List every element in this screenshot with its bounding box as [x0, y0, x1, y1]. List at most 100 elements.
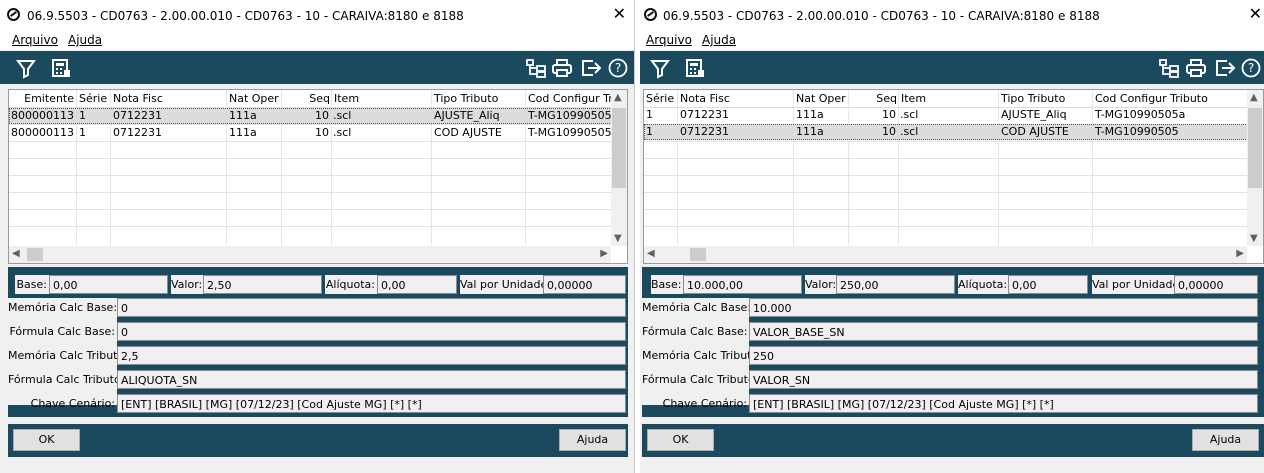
column-header[interactable]: Seq	[849, 91, 899, 107]
scroll-thumb[interactable]	[1248, 108, 1262, 188]
tree-icon[interactable]	[1158, 57, 1180, 79]
exit-icon[interactable]	[580, 57, 602, 79]
scroll-right-icon[interactable]: ▶	[1236, 248, 1244, 259]
help-button[interactable]: Ajuda	[559, 429, 626, 451]
valor-field[interactable]: 2,50	[203, 275, 322, 294]
window-right: 06.9.5503 - CD0763 - 2.00.00.010 - CD076…	[640, 0, 1264, 473]
label-formula-calc-base: Fórmula Calc Base:	[9, 325, 116, 338]
vertical-scrollbar[interactable]: ▲ ▼	[611, 90, 627, 246]
scroll-left-icon[interactable]: ◀	[12, 248, 20, 259]
label-chave-cenario: Chave Cenário:	[662, 397, 747, 410]
label-memoria-calc-base: Memória Calc Base:	[8, 301, 118, 314]
grid-line	[9, 141, 612, 142]
valor-field[interactable]: 250,00	[836, 275, 955, 294]
cell: T-MG10990505a	[1095, 108, 1186, 121]
cell: 111a	[229, 109, 257, 122]
memoria-calc-base-field[interactable]: 0	[117, 298, 626, 317]
column-header[interactable]: Nota Fisc	[111, 91, 226, 107]
column-header[interactable]: Série	[644, 91, 678, 107]
label-formula-calc-tributo: Fórmula Calc Tributo:	[642, 373, 759, 386]
cell: 1	[79, 109, 86, 122]
cell: AJUSTE_Aliq	[434, 109, 500, 122]
base-field[interactable]: 0,00	[49, 275, 168, 294]
cell: 0712231	[680, 125, 729, 138]
scroll-right-icon[interactable]: ▶	[600, 248, 608, 259]
scroll-thumb[interactable]	[690, 248, 706, 261]
help-button[interactable]: Ajuda	[1192, 429, 1259, 451]
scroll-up-icon[interactable]: ▲	[1250, 92, 1258, 103]
menu-arquivo[interactable]: Arquivo	[646, 33, 692, 47]
close-icon[interactable]: ✕	[613, 6, 626, 22]
label-base: Base:	[651, 275, 683, 294]
horizontal-scrollbar[interactable]: ◀ ▶	[9, 246, 611, 263]
formula-calc-tributo-field[interactable]: ALIQUOTA_SN	[117, 370, 626, 389]
column-header[interactable]: Tipo Tributo	[432, 91, 525, 107]
ok-button[interactable]: OK	[13, 429, 80, 451]
calculator-icon[interactable]	[684, 57, 706, 79]
exit-icon[interactable]	[1214, 57, 1236, 79]
scroll-left-icon[interactable]: ◀	[647, 248, 655, 259]
column-header[interactable]: Nat Oper	[794, 91, 848, 107]
column-header[interactable]: Seq	[282, 91, 332, 107]
val-por-unidade-field[interactable]: 0,00000	[1174, 275, 1258, 294]
title-bar: 06.9.5503 - CD0763 - 2.00.00.010 - CD076…	[640, 0, 1264, 30]
window-title: 06.9.5503 - CD0763 - 2.00.00.010 - CD076…	[27, 9, 464, 23]
column-header[interactable]: Nat Oper	[227, 91, 281, 107]
print-icon[interactable]	[1185, 57, 1207, 79]
scroll-thumb[interactable]	[612, 108, 626, 188]
formula-calc-tributo-field[interactable]: VALOR_SN	[749, 370, 1258, 389]
column-header[interactable]: Tipo Tributo	[999, 91, 1092, 107]
column-header[interactable]: Cod Configur Tributo	[1093, 91, 1243, 107]
cell: COD AJUSTE	[1001, 125, 1069, 138]
ok-button[interactable]: OK	[647, 429, 714, 451]
column-header[interactable]: Emitente	[9, 91, 76, 107]
scroll-down-icon[interactable]: ▼	[1250, 233, 1258, 244]
menu-ajuda[interactable]: Ajuda	[702, 33, 736, 47]
tree-icon[interactable]	[525, 57, 547, 79]
label-chave-cenario: Chave Cenário:	[30, 397, 115, 410]
column-header[interactable]: Série	[77, 91, 112, 107]
memoria-calc-tributo-field[interactable]: 250	[749, 346, 1258, 365]
cell: .scl	[900, 125, 919, 138]
help-icon[interactable]: ?	[1240, 57, 1262, 79]
scroll-thumb[interactable]	[27, 248, 43, 261]
calculator-icon[interactable]	[50, 57, 72, 79]
grid-line	[644, 209, 1248, 210]
cell: .scl	[333, 126, 352, 139]
menu-ajuda[interactable]: Ajuda	[68, 33, 102, 47]
column-header[interactable]: Nota Fisc	[678, 91, 793, 107]
column-header[interactable]: Cod Configur Tributo	[526, 91, 618, 107]
filter-icon[interactable]	[15, 57, 37, 79]
help-icon[interactable]: ?	[607, 57, 629, 79]
formula-calc-base-field[interactable]: VALOR_BASE_SN	[749, 322, 1258, 341]
filter-icon[interactable]	[649, 57, 671, 79]
data-grid[interactable]: Emitente Série Nota Fisc Nat Oper Seq It…	[8, 89, 628, 264]
chave-cenario-field[interactable]: [ENT] [BRASIL] [MG] [07/12/23] [Cod Ajus…	[117, 394, 626, 413]
base-field[interactable]: 10.000,00	[683, 275, 802, 294]
scroll-down-icon[interactable]: ▼	[614, 233, 622, 244]
formula-calc-base-field[interactable]: 0	[117, 322, 626, 341]
cell: COD AJUSTE	[434, 126, 502, 139]
aliquota-field[interactable]: 0,00	[377, 275, 457, 294]
horizontal-scrollbar[interactable]: ◀ ▶	[644, 246, 1247, 263]
app-icon	[7, 8, 20, 21]
grid-line	[644, 158, 1248, 159]
aliquota-field[interactable]: 0,00	[1008, 275, 1088, 294]
close-icon[interactable]: ✕	[1249, 6, 1262, 22]
cell: 0712231	[113, 109, 162, 122]
column-header[interactable]: Item	[332, 91, 432, 107]
memoria-calc-tributo-field[interactable]: 2,5	[117, 346, 626, 365]
svg-text:?: ?	[615, 61, 621, 75]
grid-line	[644, 192, 1248, 193]
memoria-calc-base-field[interactable]: 10.000	[749, 298, 1258, 317]
val-por-unidade-field[interactable]: 0,00000	[543, 275, 626, 294]
label-memoria-calc-base: Memória Calc Base:	[642, 301, 752, 314]
chave-cenario-field[interactable]: [ENT] [BRASIL] [MG] [07/12/23] [Cod Ajus…	[749, 394, 1258, 413]
column-header[interactable]: Item	[899, 91, 999, 107]
scroll-up-icon[interactable]: ▲	[614, 92, 622, 103]
vertical-scrollbar[interactable]: ▲ ▼	[1247, 90, 1263, 246]
label-val-por-unidade: Val por Unidade:	[1092, 275, 1183, 294]
data-grid[interactable]: Série Nota Fisc Nat Oper Seq Item Tipo T…	[643, 89, 1264, 264]
menu-arquivo[interactable]: Arquivo	[12, 33, 58, 47]
print-icon[interactable]	[551, 57, 573, 79]
